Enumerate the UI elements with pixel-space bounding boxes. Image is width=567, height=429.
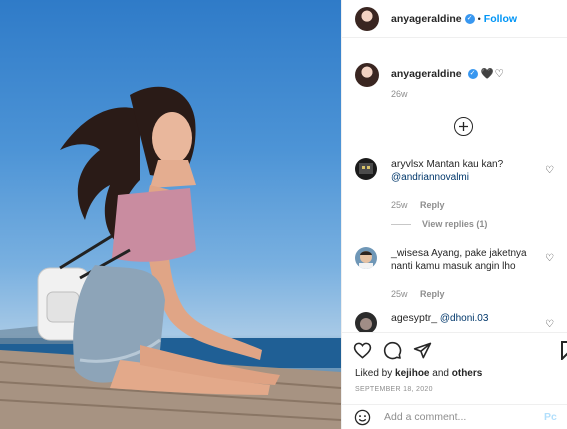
commenter-avatar[interactable] bbox=[355, 247, 377, 269]
separator-dot: • bbox=[477, 13, 481, 24]
comment-username[interactable]: agesyptr_ bbox=[391, 312, 437, 324]
comment-time[interactable]: 25w bbox=[391, 289, 408, 299]
comment-input[interactable] bbox=[384, 411, 534, 423]
post-caption: anyageraldine ✓ 🖤♡ 26w bbox=[355, 63, 505, 99]
post-sidebar: anyageraldine ✓ • Follow anyageraldine ✓… bbox=[341, 0, 567, 429]
comment-like-heart-icon[interactable]: ♡ bbox=[545, 319, 554, 330]
comment-like-heart-icon[interactable]: ♡ bbox=[545, 165, 554, 176]
comment-item: aryvlsx Mantan kau kan? @andriannovalmi … bbox=[355, 158, 551, 212]
likes-others-link[interactable]: others bbox=[452, 368, 483, 379]
paper-plane-icon[interactable] bbox=[413, 341, 432, 360]
comment-username[interactable]: aryvlsx bbox=[391, 158, 424, 170]
comment-icon[interactable] bbox=[383, 341, 402, 360]
smiley-icon[interactable] bbox=[354, 409, 371, 426]
post-photo[interactable] bbox=[0, 0, 341, 429]
likes-prefix: Liked by bbox=[355, 368, 393, 379]
likes-summary: Liked by kejihoe and others bbox=[355, 368, 482, 379]
add-comment-bar: Pc bbox=[342, 404, 567, 429]
caption-avatar[interactable] bbox=[355, 63, 379, 87]
comment-meta: 25w Reply bbox=[391, 199, 551, 212]
reply-button[interactable]: Reply bbox=[420, 289, 445, 299]
reply-button[interactable]: Reply bbox=[420, 200, 445, 210]
comment-username[interactable]: _wisesa bbox=[391, 247, 429, 259]
post-date[interactable]: SEPTEMBER 18, 2020 bbox=[355, 386, 433, 393]
photo-scene bbox=[0, 86, 341, 429]
comment-meta: 25w Reply bbox=[391, 288, 551, 301]
comment-mention-link[interactable]: @andriannovalmi bbox=[391, 172, 469, 183]
author-username[interactable]: anyageraldine bbox=[391, 13, 462, 25]
plus-circle-icon[interactable] bbox=[454, 117, 473, 136]
author-avatar[interactable] bbox=[355, 6, 379, 31]
commenter-avatar[interactable] bbox=[355, 158, 377, 180]
verified-badge-icon: ✓ bbox=[464, 13, 475, 24]
post-actions: Liked by kejihoe and others SEPTEMBER 18… bbox=[342, 332, 567, 404]
caption-verified-badge-icon: ✓ bbox=[467, 69, 478, 80]
caption-time[interactable]: 26w bbox=[391, 89, 408, 99]
follow-button[interactable]: Follow bbox=[484, 13, 517, 25]
comment-like-heart-icon[interactable]: ♡ bbox=[545, 253, 554, 264]
view-replies-button[interactable]: View replies (1) bbox=[391, 219, 487, 229]
bookmark-icon[interactable] bbox=[561, 341, 567, 365]
comment-text: Mantan kau kan? bbox=[426, 159, 504, 170]
comment-mention-link[interactable]: @dhoni.03 bbox=[440, 313, 489, 324]
comment-item: _wisesa Ayang, pake jaketnya nanti kamu … bbox=[355, 247, 551, 301]
likes-conjunction: and bbox=[432, 368, 449, 379]
comments-list[interactable]: anyageraldine ✓ 🖤♡ 26w aryvlsx Mantan ka… bbox=[342, 39, 567, 332]
post-header: anyageraldine ✓ • Follow bbox=[342, 0, 567, 38]
comment-item: agesyptr_ @dhoni.03 bbox=[355, 312, 551, 332]
liked-by-user[interactable]: kejihoe bbox=[395, 368, 429, 379]
view-replies-divider bbox=[391, 223, 411, 225]
view-replies-label[interactable]: View replies (1) bbox=[422, 219, 487, 229]
caption-text: 🖤♡ bbox=[480, 68, 505, 80]
heart-icon[interactable] bbox=[353, 341, 372, 360]
caption-username[interactable]: anyageraldine bbox=[391, 68, 462, 80]
comment-time[interactable]: 25w bbox=[391, 200, 408, 210]
post-comment-button[interactable]: Pc bbox=[544, 411, 557, 423]
commenter-avatar[interactable] bbox=[355, 312, 377, 332]
